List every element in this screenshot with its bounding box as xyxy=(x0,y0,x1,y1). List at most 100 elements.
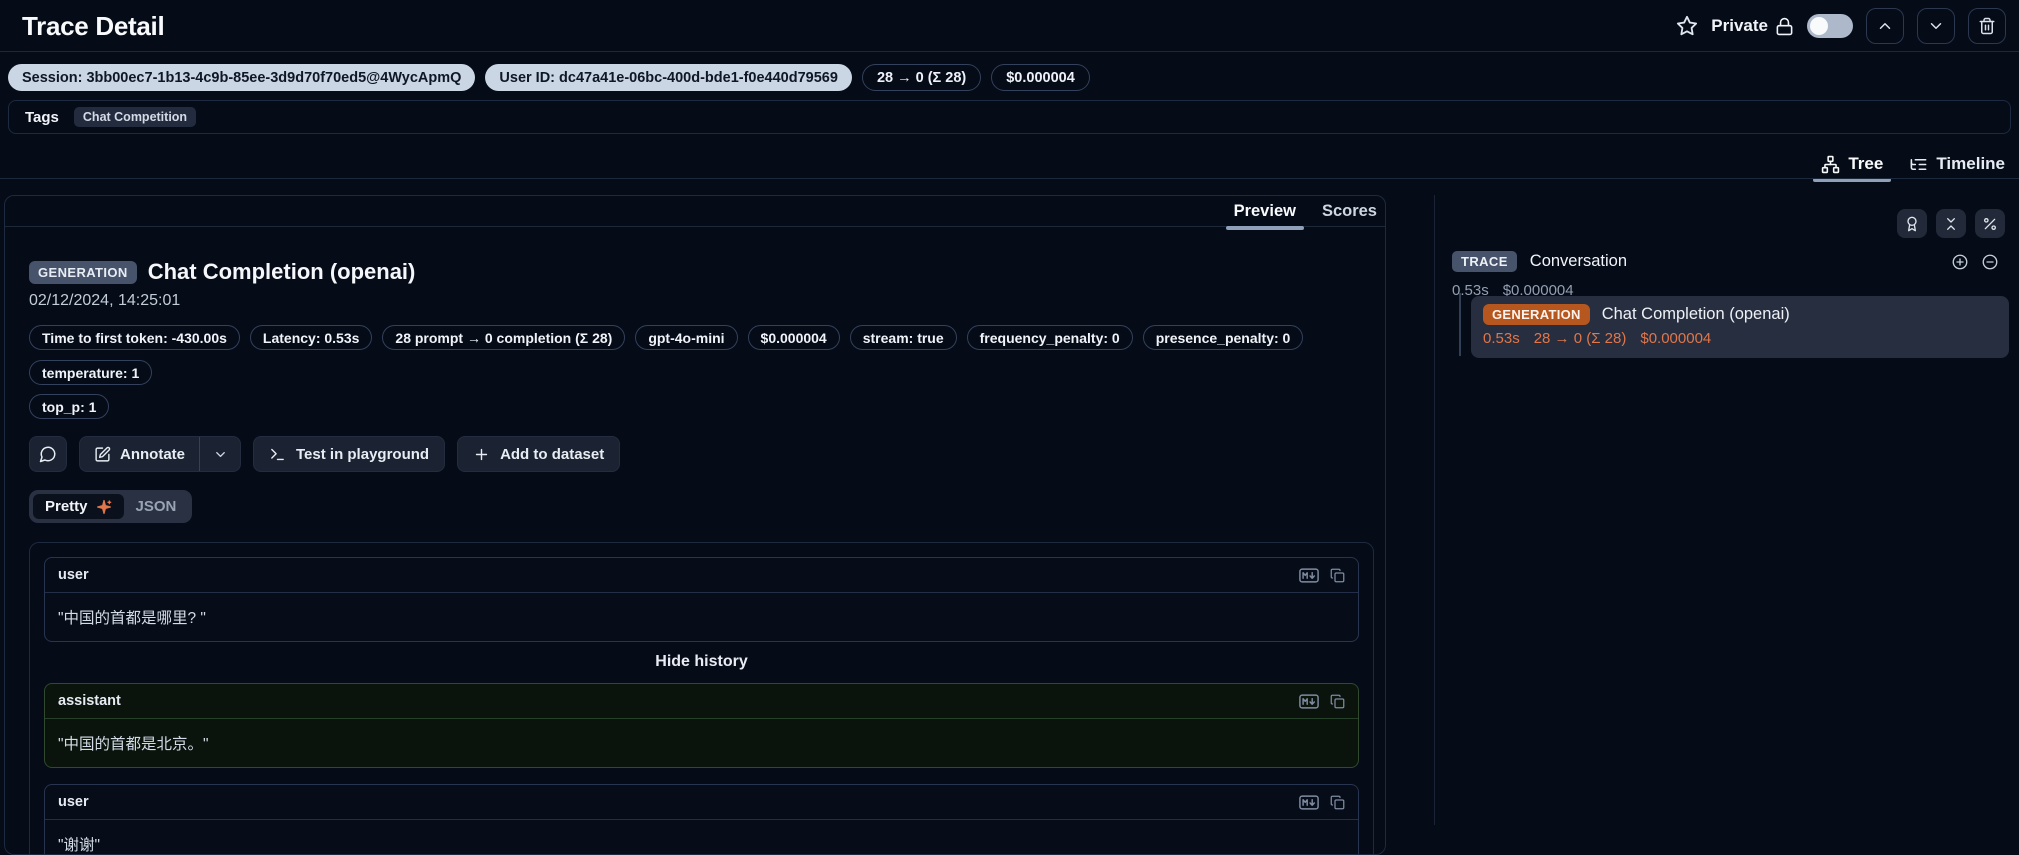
metric-badge: Latency: 0.53s xyxy=(250,325,373,350)
observation-timestamp: 02/12/2024, 14:25:01 xyxy=(29,292,1374,310)
previous-trace-button[interactable] xyxy=(1866,8,1904,44)
tab-timeline[interactable]: Timeline xyxy=(1909,150,2005,178)
trace-type-badge: TRACE xyxy=(1452,251,1517,272)
metrics-toggle-button[interactable] xyxy=(1975,209,2005,238)
chevron-up-icon xyxy=(1876,17,1894,35)
format-json-segment[interactable]: JSON xyxy=(124,494,189,519)
privacy-label: Private xyxy=(1711,16,1768,36)
markdown-toggle-icon[interactable] xyxy=(1299,694,1319,709)
tab-preview[interactable]: Preview xyxy=(1234,202,1296,227)
annotate-label: Annotate xyxy=(120,446,185,463)
chevron-down-icon xyxy=(213,447,228,462)
metric-badge: $0.000004 xyxy=(748,325,840,350)
tags-container: Tags Chat Competition xyxy=(8,100,2011,134)
tag-chat-competition[interactable]: Chat Competition xyxy=(74,107,196,127)
trash-icon xyxy=(1978,17,1996,35)
plus-circle-icon[interactable] xyxy=(1951,253,1969,271)
privacy-control: Private xyxy=(1711,16,1794,36)
observation-title: Chat Completion (openai) xyxy=(148,259,416,285)
annotate-dropdown-button[interactable] xyxy=(200,437,240,471)
terminal-icon xyxy=(269,446,286,463)
tags-label: Tags xyxy=(25,109,59,126)
minus-circle-icon[interactable] xyxy=(1981,253,1999,271)
metric-badge: top_p: 1 xyxy=(29,394,109,419)
comment-button[interactable] xyxy=(29,436,67,472)
metric-badge: temperature: 1 xyxy=(29,360,152,385)
actions-row: Annotate Test in playground Add to datas… xyxy=(29,436,1374,472)
view-tabs: Tree Timeline xyxy=(1821,150,2005,178)
metric-badge: stream: true xyxy=(850,325,957,350)
metric-badges-row-2: top_p: 1 xyxy=(29,394,1374,419)
message-assistant: assistant "中国的首都是北京。" xyxy=(44,683,1359,768)
token-usage-badge: 28 → 0 (Σ 28) xyxy=(862,64,981,91)
markdown-toggle-icon[interactable] xyxy=(1299,568,1319,583)
sparkles-icon xyxy=(96,499,112,515)
message-tools xyxy=(1299,694,1345,709)
chevrons-down-up-icon xyxy=(1943,216,1959,232)
markdown-toggle-icon[interactable] xyxy=(1299,795,1319,810)
annotate-button[interactable]: Annotate xyxy=(80,437,199,471)
message-header: assistant xyxy=(45,684,1358,719)
metric-badge: gpt-4o-mini xyxy=(635,325,737,350)
tab-scores[interactable]: Scores xyxy=(1322,202,1377,227)
meta-badges-row: Session: 3bb00ec7-1b13-4c9b-85ee-3d9d70f… xyxy=(8,64,1090,91)
message-content: "中国的首都是北京。" xyxy=(45,719,1358,767)
user-id-badge[interactable]: User ID: dc47a41e-06bc-400d-bde1-f0e440d… xyxy=(485,64,852,91)
trace-root-node[interactable]: TRACE Conversation xyxy=(1452,251,1999,272)
panel-splitter[interactable] xyxy=(1434,195,1435,825)
observation-preview-panel: Preview Scores GENERATION Chat Completio… xyxy=(4,195,1386,855)
star-icon xyxy=(1676,15,1698,37)
generation-node-selected[interactable]: GENERATION Chat Completion (openai) 0.53… xyxy=(1471,296,2009,358)
message-header: user xyxy=(45,558,1358,593)
copy-icon[interactable] xyxy=(1330,795,1345,810)
generation-node-stats: 0.53s 28 → 0 (Σ 28) $0.000004 xyxy=(1483,330,1997,347)
message-role: user xyxy=(58,567,89,583)
delete-trace-button[interactable] xyxy=(1968,8,2006,44)
next-trace-button[interactable] xyxy=(1917,8,1955,44)
playground-label: Test in playground xyxy=(296,446,429,463)
metric-badges-row-1: Time to first token: -430.00s Latency: 0… xyxy=(29,325,1374,385)
tab-tree[interactable]: Tree xyxy=(1821,150,1883,178)
message-content: "中国的首都是哪里? " xyxy=(45,593,1358,641)
session-badge[interactable]: Session: 3bb00ec7-1b13-4c9b-85ee-3d9d70f… xyxy=(8,64,475,91)
metric-badge: 28 prompt → 0 completion (Σ 28) xyxy=(382,325,625,350)
collapse-all-button[interactable] xyxy=(1936,209,1966,238)
tabs-divider xyxy=(0,178,2019,179)
metric-badge: frequency_penalty: 0 xyxy=(967,325,1133,350)
app-header: Trace Detail Private xyxy=(0,0,2019,52)
generation-tokens: 28 → 0 (Σ 28) xyxy=(1534,330,1627,347)
public-toggle[interactable] xyxy=(1807,14,1853,38)
scores-toggle-button[interactable] xyxy=(1897,209,1927,238)
message-header: user xyxy=(45,785,1358,820)
cost-badge: $0.000004 xyxy=(991,64,1090,91)
dataset-label: Add to dataset xyxy=(500,446,604,463)
comment-icon xyxy=(39,445,57,463)
tab-tree-label: Tree xyxy=(1848,154,1883,174)
hide-history-button[interactable]: Hide history xyxy=(44,653,1359,671)
message-content: "谢谢" xyxy=(45,820,1358,855)
messages-container: user "中国的首都是哪里? " Hide history assistant xyxy=(29,542,1374,855)
message-role: user xyxy=(58,794,89,810)
percent-icon xyxy=(1982,216,1998,232)
bookmark-star-button[interactable] xyxy=(1676,15,1698,37)
test-in-playground-button[interactable]: Test in playground xyxy=(253,436,445,472)
award-icon xyxy=(1904,216,1920,232)
format-pretty-segment[interactable]: Pretty xyxy=(33,494,124,519)
copy-icon[interactable] xyxy=(1330,568,1345,583)
lock-icon xyxy=(1775,17,1794,36)
message-user-1: user "中国的首都是哪里? " xyxy=(44,557,1359,642)
tab-timeline-label: Timeline xyxy=(1936,154,2005,174)
trace-title[interactable]: Conversation xyxy=(1530,252,1627,271)
list-tree-icon xyxy=(1909,155,1928,174)
format-toggle: Pretty JSON xyxy=(29,490,192,523)
add-to-dataset-button[interactable]: Add to dataset xyxy=(457,436,620,472)
preview-panel-body: GENERATION Chat Completion (openai) 02/1… xyxy=(5,227,1385,855)
generation-cost: $0.000004 xyxy=(1640,330,1711,347)
generation-node-title: Chat Completion (openai) xyxy=(1602,305,1790,324)
generation-latency: 0.53s xyxy=(1483,330,1520,347)
metric-badge: Time to first token: -430.00s xyxy=(29,325,240,350)
message-tools xyxy=(1299,795,1345,810)
generation-type-badge: GENERATION xyxy=(1483,304,1590,325)
copy-icon[interactable] xyxy=(1330,694,1345,709)
annotate-split-button: Annotate xyxy=(79,436,241,472)
